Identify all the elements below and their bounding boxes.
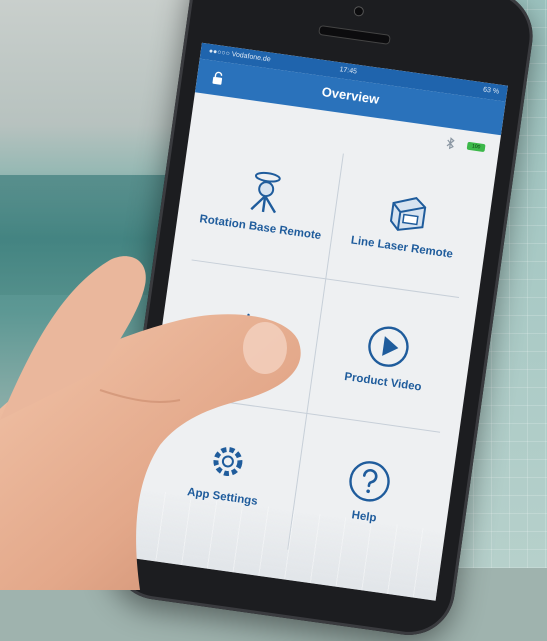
play-icon (367, 326, 409, 367)
hand-thumb (0, 256, 301, 590)
front-camera (353, 5, 365, 17)
tile-line-laser-remote[interactable]: Line Laser Remote (326, 153, 484, 290)
line-laser-icon (389, 196, 426, 231)
help-icon (348, 460, 390, 502)
clock: 17:45 (339, 66, 358, 76)
device-indicators: 100 (442, 135, 486, 155)
device-battery-badge: 100 (466, 141, 486, 153)
tile-label: Line Laser Remote (350, 234, 454, 261)
tile-label: Product Video (343, 370, 423, 394)
tile-product-video[interactable]: Product Video (308, 288, 466, 425)
bluetooth-icon (446, 137, 455, 150)
earpiece-speaker (318, 24, 391, 45)
battery-percent: 63 % (482, 86, 500, 96)
rotation-base-icon (249, 171, 281, 213)
